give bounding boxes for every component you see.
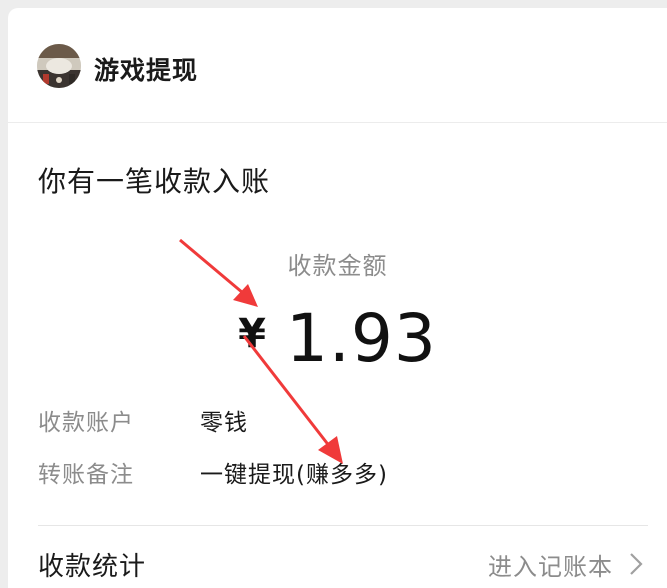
detail-label: 转账备注	[38, 462, 134, 488]
header-title: 游戏提现	[94, 56, 199, 85]
detail-value: 一键提现(赚多多)	[200, 462, 388, 488]
payment-notice-card: 游戏提现 你有一笔收款入账 收款金额 ¥1.93 收款账户 零钱 转账备注 一键…	[8, 8, 667, 588]
amount-label: 收款金额	[287, 252, 388, 280]
stats-label: 收款统计	[38, 552, 147, 582]
stats-row[interactable]: 收款统计 进入记账本	[8, 546, 667, 582]
detail-label: 收款账户	[38, 410, 134, 436]
ledger-link[interactable]: 进入记账本	[488, 547, 613, 582]
detail-value: 零钱	[200, 410, 248, 436]
amount-display: ¥1.93	[8, 300, 667, 377]
game-avatar-icon	[37, 44, 81, 88]
notice-title: 你有一笔收款入账	[38, 165, 271, 198]
amount-value: 1.93	[285, 300, 437, 377]
divider	[38, 525, 648, 526]
card-header[interactable]: 游戏提现	[8, 8, 667, 123]
currency-symbol: ¥	[238, 311, 266, 357]
